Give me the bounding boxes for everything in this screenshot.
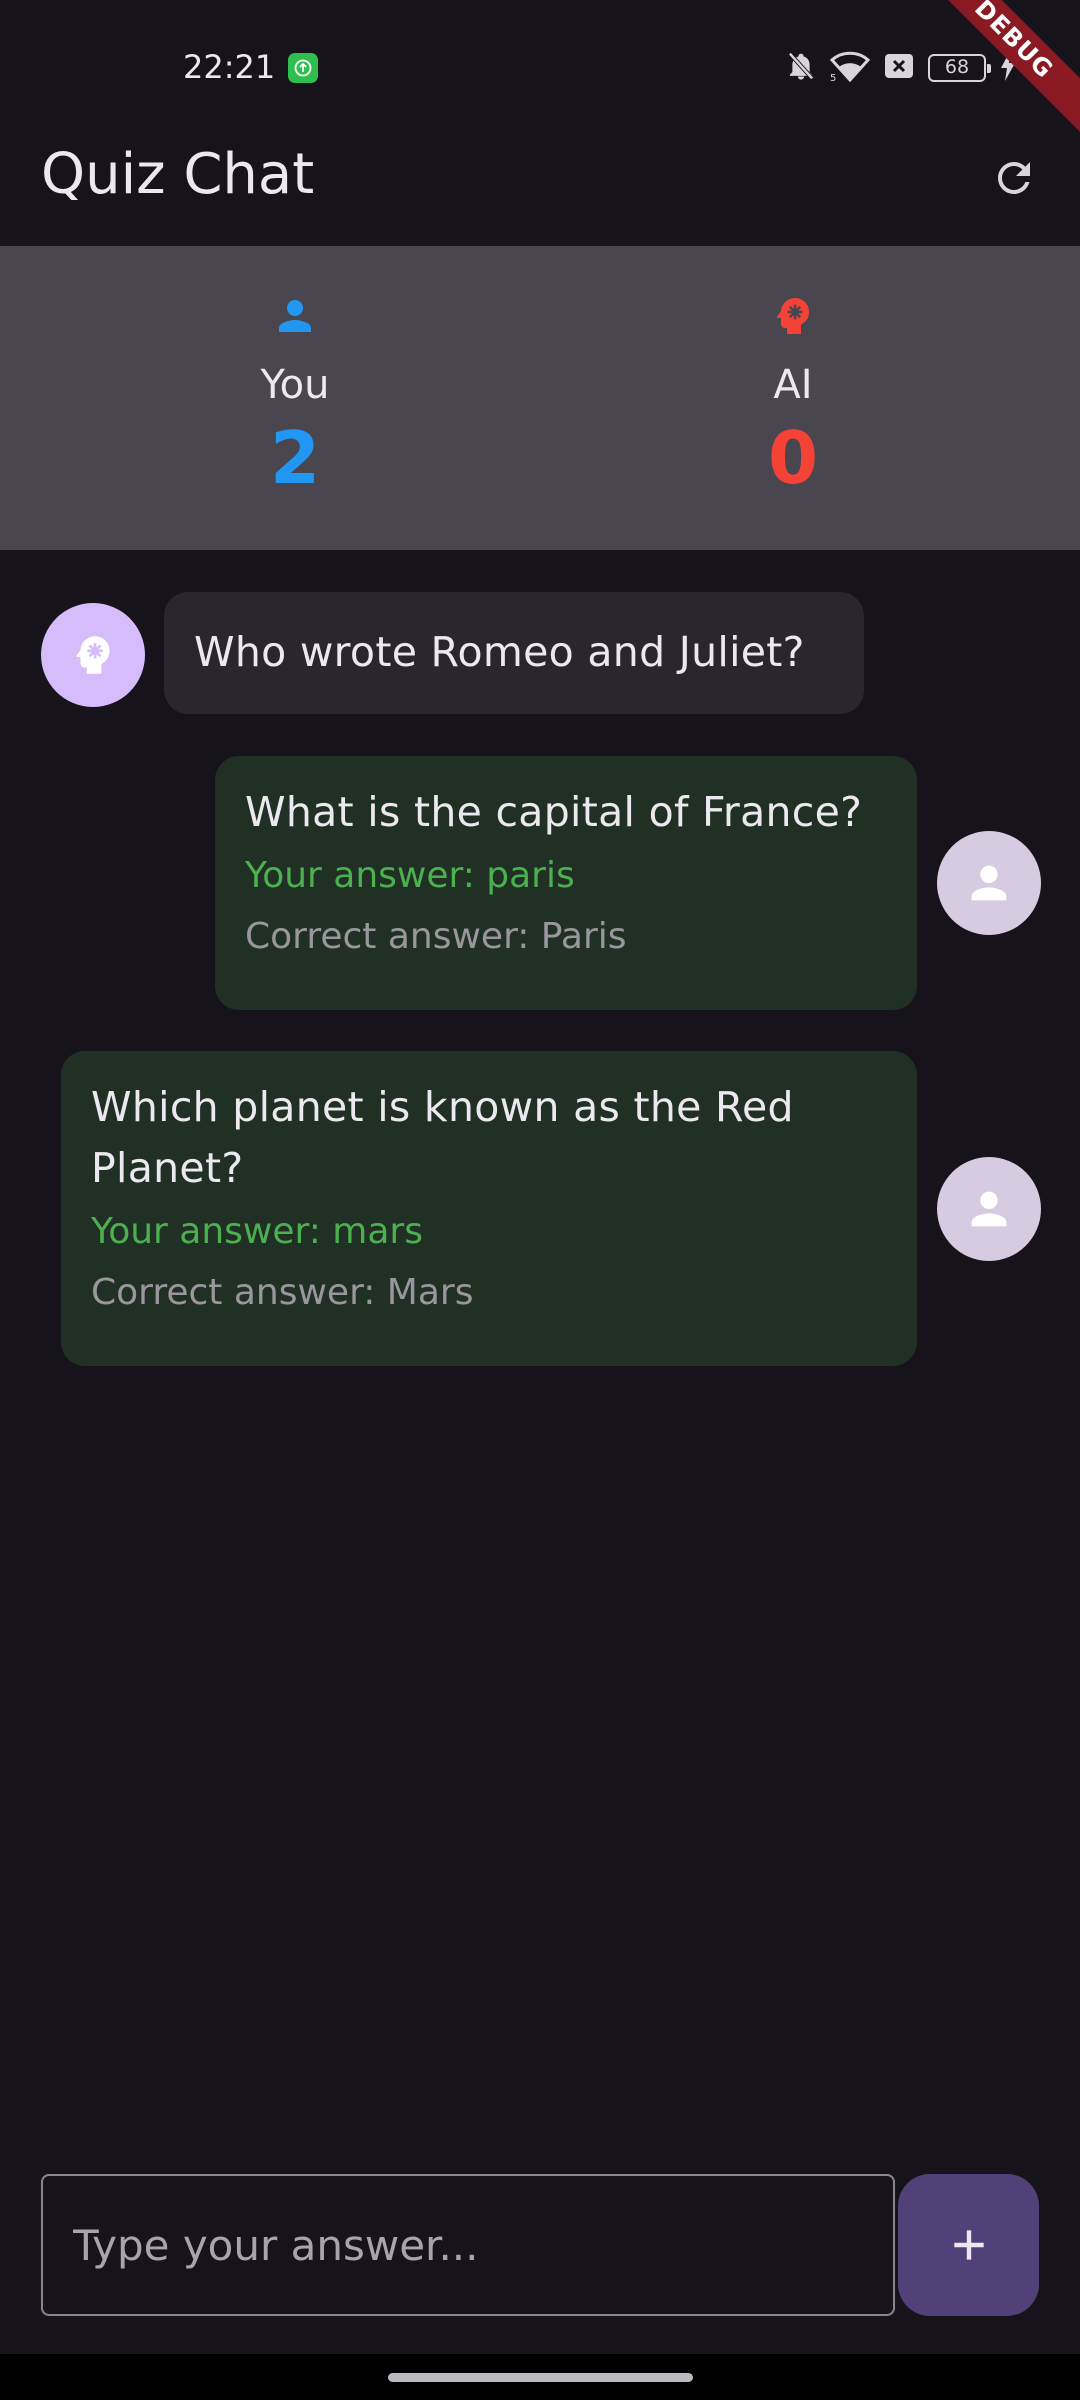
- status-time: 22:21: [183, 48, 276, 86]
- status-bar: 22:21 5 68: [0, 0, 1080, 136]
- answer-input[interactable]: [41, 2174, 895, 2316]
- psychology-icon: [776, 298, 809, 334]
- score-label-ai: AI: [773, 362, 813, 408]
- user-avatar: [937, 1157, 1041, 1261]
- person-icon: [971, 1191, 1007, 1227]
- quiz-chat-screen: 22:21 5 68 DEBUG Quiz Chat You 2 AI 0 Wh…: [0, 0, 1080, 2400]
- question-text: What is the capital of France?: [245, 788, 863, 836]
- refresh-icon: [998, 162, 1030, 194]
- user-avatar: [937, 831, 1041, 935]
- svg-text:5: 5: [830, 73, 836, 82]
- status-icons: 5 68: [786, 50, 1016, 86]
- page-title: Quiz Chat: [41, 142, 315, 207]
- wifi-icon: 5: [829, 50, 871, 86]
- user-message-bubble: What is the capital of France? Your answ…: [215, 756, 917, 1010]
- question-text: Which planet is known as the Red Planet?: [91, 1083, 794, 1192]
- correct-answer: Correct answer: Paris: [245, 916, 627, 957]
- submit-answer-button[interactable]: [898, 2174, 1039, 2316]
- correct-answer: Correct answer: Mars: [91, 1272, 474, 1313]
- plus-icon: [953, 2230, 984, 2260]
- app-notification-icon: [288, 53, 318, 83]
- ai-avatar: [41, 603, 145, 707]
- refresh-button[interactable]: [984, 148, 1044, 208]
- sim-icon: [884, 53, 914, 83]
- scoreboard: You 2 AI 0: [0, 246, 1080, 550]
- system-nav-bar: [0, 2354, 1080, 2400]
- home-indicator[interactable]: [388, 2373, 693, 2382]
- user-message-bubble: Which planet is known as the Red Planet?…: [61, 1051, 917, 1366]
- score-value-you: 2: [269, 416, 321, 500]
- bell-off-icon: [786, 50, 816, 86]
- battery-icon: 68: [928, 54, 991, 82]
- person-icon: [279, 300, 311, 332]
- psychology-icon: [76, 636, 110, 674]
- your-answer: Your answer: mars: [91, 1211, 423, 1252]
- app-bar: Quiz Chat: [0, 136, 1080, 246]
- your-answer: Your answer: paris: [245, 855, 575, 896]
- person-icon: [971, 865, 1007, 901]
- question-text: Who wrote Romeo and Juliet?: [194, 628, 805, 676]
- score-you: You 2: [145, 246, 445, 550]
- score-ai: AI 0: [643, 246, 943, 550]
- score-label-you: You: [260, 362, 330, 408]
- score-value-ai: 0: [767, 416, 819, 500]
- ai-message-bubble: Who wrote Romeo and Juliet?: [164, 592, 864, 714]
